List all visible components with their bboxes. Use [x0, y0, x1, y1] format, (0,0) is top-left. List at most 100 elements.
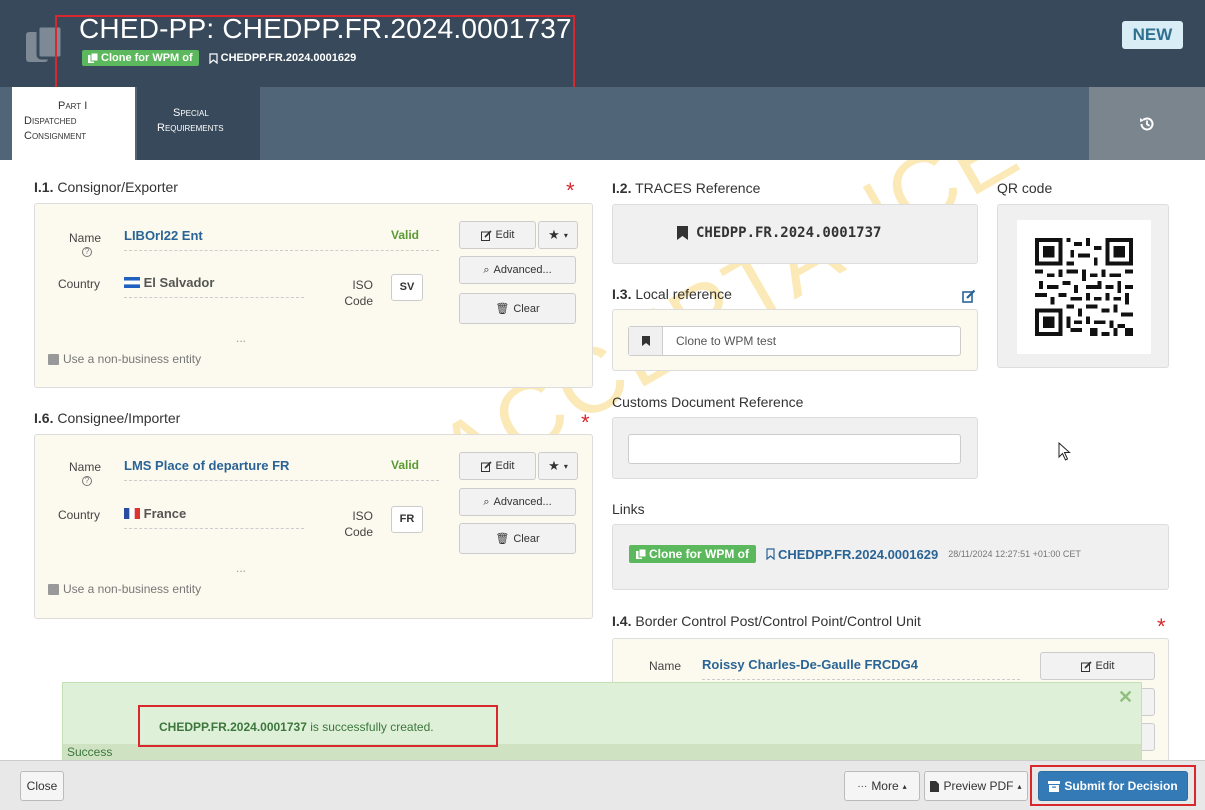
name-label: Name [648, 659, 681, 673]
close-button[interactable]: Close [20, 771, 64, 801]
iso-label: ISO Code [344, 509, 373, 539]
bcp-name[interactable]: Roissy Charles-De-Gaulle FRCDG4 [702, 657, 1020, 680]
help-icon[interactable]: ? [82, 476, 92, 486]
bookmark-icon [766, 548, 775, 560]
non-business-checkbox[interactable]: Use a non-business entity [48, 352, 201, 366]
bookmark-icon [629, 327, 663, 355]
tab-part-1[interactable]: Part I Dispatched Consignment [12, 87, 135, 160]
tab-special-line1: Special [173, 107, 209, 119]
local-reference-box: Clone to WPM test [612, 309, 978, 371]
qr-code-box [997, 204, 1169, 368]
links-title: Links [612, 501, 645, 517]
checkbox[interactable] [48, 583, 59, 595]
highlight-box-title [55, 15, 575, 89]
more-fields-toggle[interactable]: ... [236, 561, 246, 575]
edit-icon [1080, 660, 1092, 672]
highlight-box-submit [1030, 765, 1196, 806]
caret-down-icon: ▾ [563, 230, 568, 240]
favorites-dropdown[interactable]: ★ ▾ [538, 221, 578, 249]
valid-status: Valid [391, 228, 420, 242]
non-business-checkbox[interactable]: Use a non-business entity [48, 582, 201, 596]
customs-reference-box [612, 417, 978, 479]
link-timestamp: 28/11/2024 12:27:51 +01:00 CET [948, 549, 1081, 559]
help-icon[interactable]: ? [82, 247, 92, 257]
local-reference-value: Clone to WPM test [676, 334, 777, 348]
preview-pdf-button[interactable]: Preview PDF ▴ [924, 771, 1028, 801]
caret-up-icon: ▴ [1017, 781, 1022, 791]
local-reference-title: I.3. Local reference [612, 286, 732, 302]
iso-code: SV [391, 274, 423, 301]
iso-label: ISO Code [344, 278, 373, 308]
edit-icon [480, 229, 492, 241]
consignor-box: Name ? LIBOrl22 Ent Valid Edit ★ ▾ Countr… [34, 203, 593, 388]
copy-icon [636, 549, 646, 559]
star-icon: ★ [548, 227, 560, 242]
qr-code[interactable] [1017, 220, 1151, 354]
star-icon: ★ [548, 458, 560, 473]
caret-up-icon: ▴ [902, 781, 907, 791]
iso-code: FR [391, 506, 423, 533]
link-entry: Clone for WPM of CHEDPP.FR.2024.0001629 … [629, 545, 1081, 563]
file-icon [930, 780, 940, 792]
checkbox[interactable] [48, 353, 59, 365]
clear-button[interactable]: 🗑 Clear [459, 293, 576, 324]
flag-sv-icon [124, 277, 140, 288]
name-label: Name [68, 460, 101, 474]
qr-code-title: QR code [997, 180, 1053, 196]
tab-part-1-line1: Part I [58, 100, 88, 112]
edit-local-reference-icon[interactable] [962, 289, 976, 303]
required-star: * [581, 410, 590, 435]
traces-reference-value: CHEDPP.FR.2024.0001737 [696, 225, 882, 241]
links-box: Clone for WPM of CHEDPP.FR.2024.0001629 … [612, 524, 1169, 590]
ellipsis-icon: ··· [857, 780, 868, 792]
tab-special-requirements[interactable]: Special Requirements [137, 87, 260, 160]
linked-ched-link[interactable]: CHEDPP.FR.2024.0001629 [766, 547, 938, 562]
edit-button[interactable]: Edit [459, 452, 536, 480]
local-reference-input[interactable]: Clone to WPM test [628, 326, 961, 356]
edit-button[interactable]: Edit [459, 221, 536, 249]
consignor-country: El Salvador [124, 275, 304, 298]
history-icon [1140, 116, 1154, 130]
search-icon: ⌕ [483, 495, 490, 508]
caret-down-icon: ▾ [563, 461, 568, 471]
search-icon: ⌕ [483, 263, 490, 276]
edit-label: Edit [495, 229, 515, 241]
required-star: * [566, 178, 575, 203]
tab-part-1-line2: Dispatched [24, 115, 77, 127]
consignor-title: I.1. Consignor/Exporter [34, 179, 178, 195]
clear-button[interactable]: 🗑 Clear [459, 523, 576, 554]
form-content: ACCEPTANCE I.1. Consignor/Exporter * Nam… [0, 160, 1205, 760]
bcp-title: I.4. Border Control Post/Control Point/C… [612, 613, 921, 629]
consignee-box: Name ? LMS Place of departure FR Valid E… [34, 434, 593, 619]
trash-icon: 🗑 [495, 533, 510, 545]
consignee-country: France [124, 506, 304, 529]
bookmark-icon [677, 226, 688, 240]
tab-part-1-line3: Consignment [24, 130, 87, 142]
edit-button[interactable]: Edit [1040, 652, 1155, 680]
mouse-cursor-icon [1058, 442, 1071, 461]
trash-icon: 🗑 [495, 303, 510, 315]
more-button[interactable]: ··· More ▴ [844, 771, 920, 801]
edit-label: Edit [495, 460, 515, 472]
flag-fr-icon [124, 508, 140, 519]
traces-reference-box: CHEDPP.FR.2024.0001737 [612, 204, 978, 264]
status-badge: NEW [1122, 21, 1183, 49]
highlight-box-message [138, 705, 498, 747]
action-footer: Close ··· More ▴ Preview PDF ▴ Submit fo… [0, 760, 1205, 810]
tab-history[interactable] [1089, 87, 1205, 160]
more-fields-toggle[interactable]: ... [236, 331, 246, 345]
country-label: Country [57, 508, 100, 522]
advanced-button[interactable]: ⌕ Advanced... [459, 256, 576, 284]
name-label: Name [68, 231, 101, 245]
tab-special-line2: Requirements [157, 122, 224, 134]
required-star: * [1157, 614, 1166, 639]
customs-reference-title: Customs Document Reference [612, 394, 804, 410]
qr-code-image [1035, 238, 1133, 336]
advanced-button[interactable]: ⌕ Advanced... [459, 488, 576, 516]
favorites-dropdown[interactable]: ★ ▾ [538, 452, 578, 480]
customs-reference-input[interactable] [628, 434, 961, 464]
traces-reference-title: I.2. TRACES Reference [612, 180, 761, 196]
consignee-title: I.6. Consignee/Importer [34, 410, 181, 426]
close-alert-icon[interactable]: ✕ [1118, 687, 1133, 708]
edit-icon [480, 460, 492, 472]
